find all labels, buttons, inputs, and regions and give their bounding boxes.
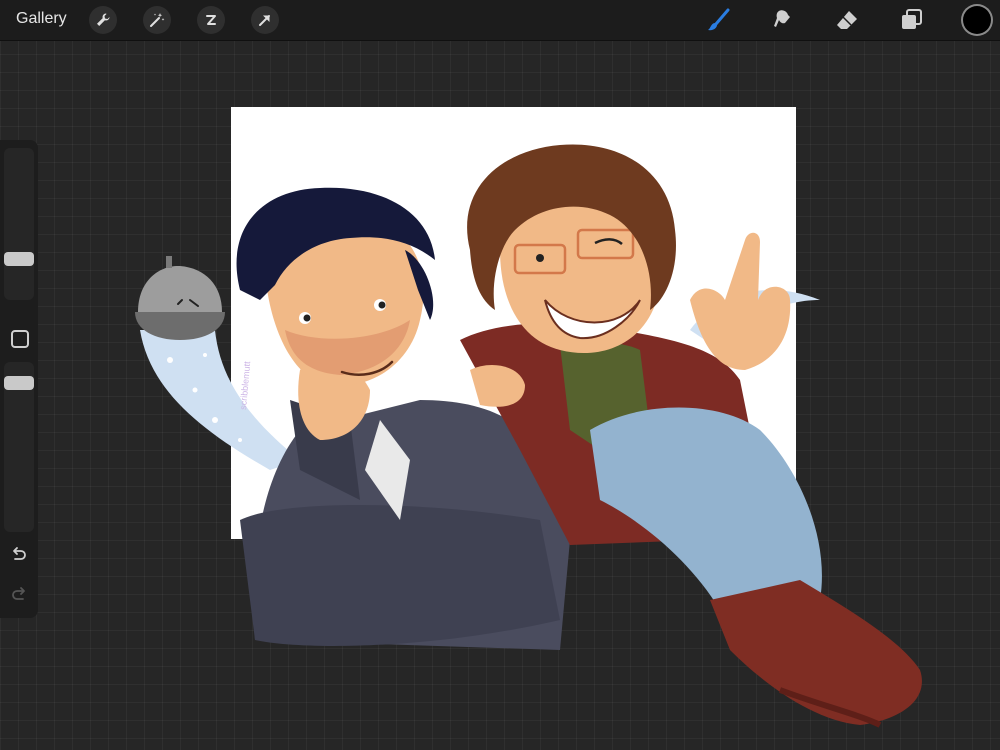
adjustments-button[interactable] xyxy=(143,6,171,34)
selection-button[interactable] xyxy=(197,6,225,34)
top-toolbar: Gallery xyxy=(0,0,1000,41)
actions-button[interactable] xyxy=(89,6,117,34)
magic-wand-icon xyxy=(150,13,165,27)
color-picker[interactable] xyxy=(963,6,991,34)
undo-icon[interactable] xyxy=(10,546,28,564)
layers-icon xyxy=(902,9,922,29)
smudge-icon xyxy=(774,10,790,28)
transform-button[interactable] xyxy=(251,6,279,34)
gallery-button[interactable]: Gallery xyxy=(16,10,67,28)
transform-arrow-icon xyxy=(259,15,270,26)
opacity-thumb[interactable] xyxy=(4,375,34,390)
redo-icon[interactable] xyxy=(10,586,28,604)
drawing-canvas[interactable] xyxy=(231,107,796,539)
selection-icon xyxy=(206,15,216,25)
left-sidebar xyxy=(0,140,38,618)
eraser-tool[interactable] xyxy=(832,5,862,35)
layers-tool[interactable] xyxy=(897,5,927,35)
brush-icon xyxy=(708,8,730,31)
smudge-tool[interactable] xyxy=(768,5,798,35)
brush-size-thumb[interactable] xyxy=(4,251,34,266)
brush-tool[interactable] xyxy=(704,5,734,35)
wrench-icon xyxy=(97,13,110,26)
modify-button[interactable] xyxy=(11,330,29,348)
brush-size-slider[interactable] xyxy=(4,148,34,300)
eraser-icon xyxy=(837,11,857,29)
